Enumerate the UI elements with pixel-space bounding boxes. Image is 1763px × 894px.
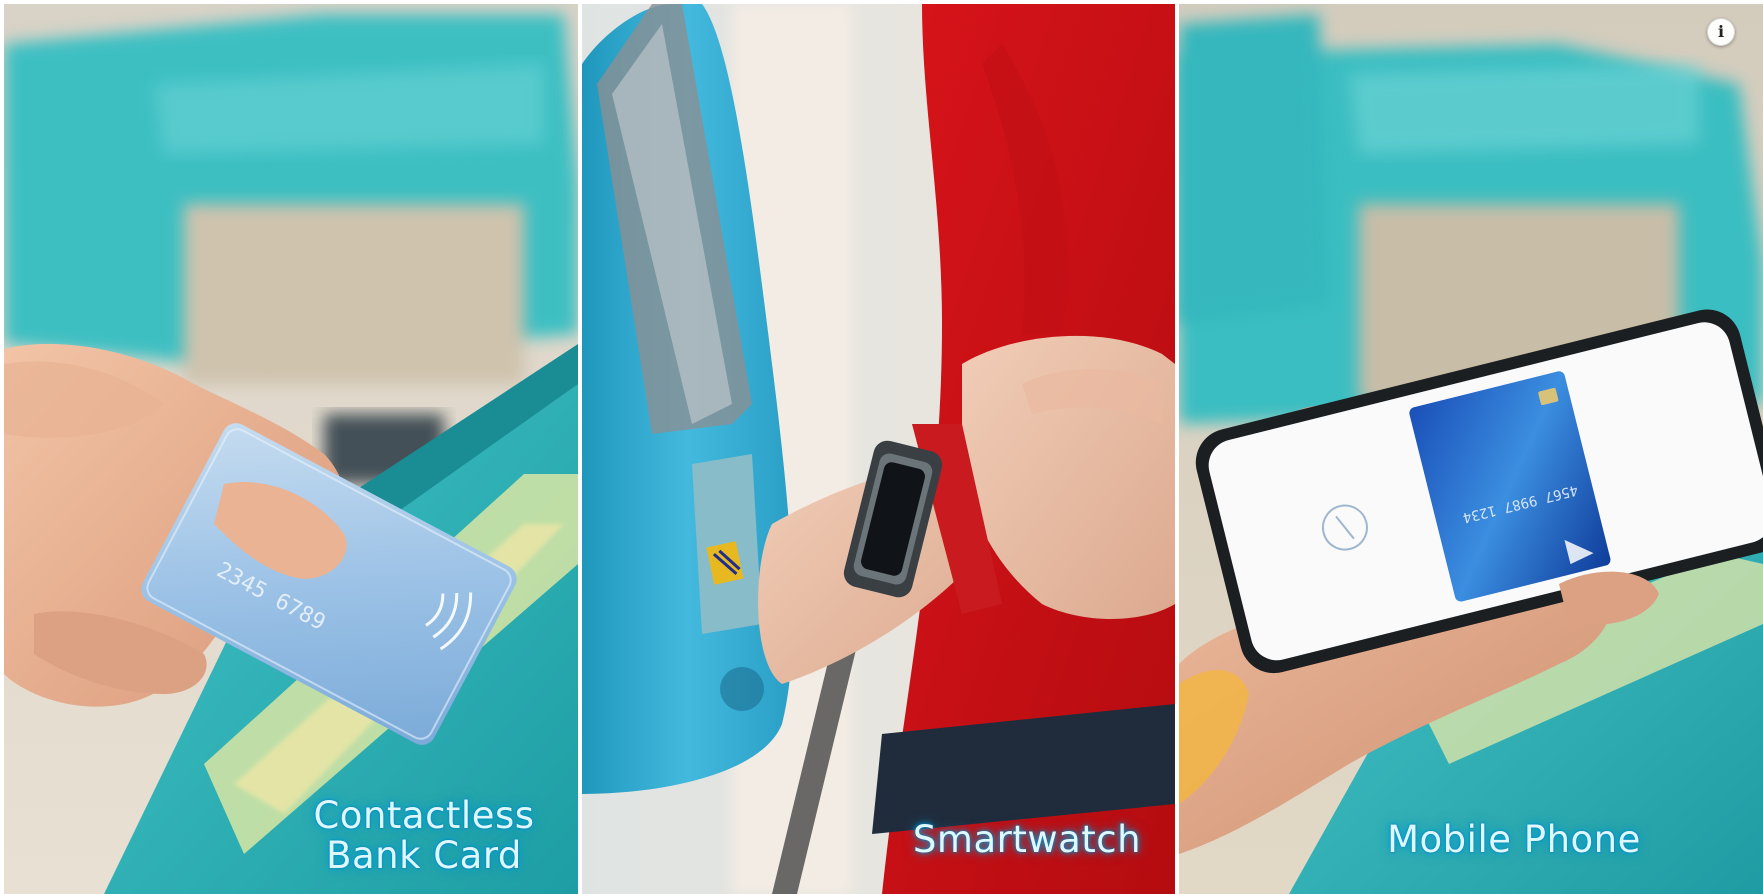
caption-mobile-phone: Mobile Phone (1387, 818, 1641, 861)
panel-mobile-phone: 4567 9987 1234 Mobile Phone i (1179, 4, 1763, 894)
contactless-card-photo: 2345 6789 (4, 4, 578, 894)
mobile-phone-photo: 4567 9987 1234 (1179, 4, 1763, 894)
info-icon[interactable]: i (1707, 18, 1735, 46)
smartwatch-photo (582, 4, 1175, 894)
panel-smartwatch: Smartwatch (582, 4, 1175, 894)
video-frame: 2345 6789 Contactless Bank Card Smartwat… (0, 0, 1763, 894)
panel-contactless-card: 2345 6789 Contactless Bank Card (4, 4, 578, 894)
caption-smartwatch: Smartwatch (912, 818, 1142, 861)
caption-line-1: Contactless (313, 794, 535, 837)
caption-line-2: Bank Card (326, 834, 522, 877)
caption-contactless-bank-card: Contactless Bank Card (304, 796, 544, 876)
